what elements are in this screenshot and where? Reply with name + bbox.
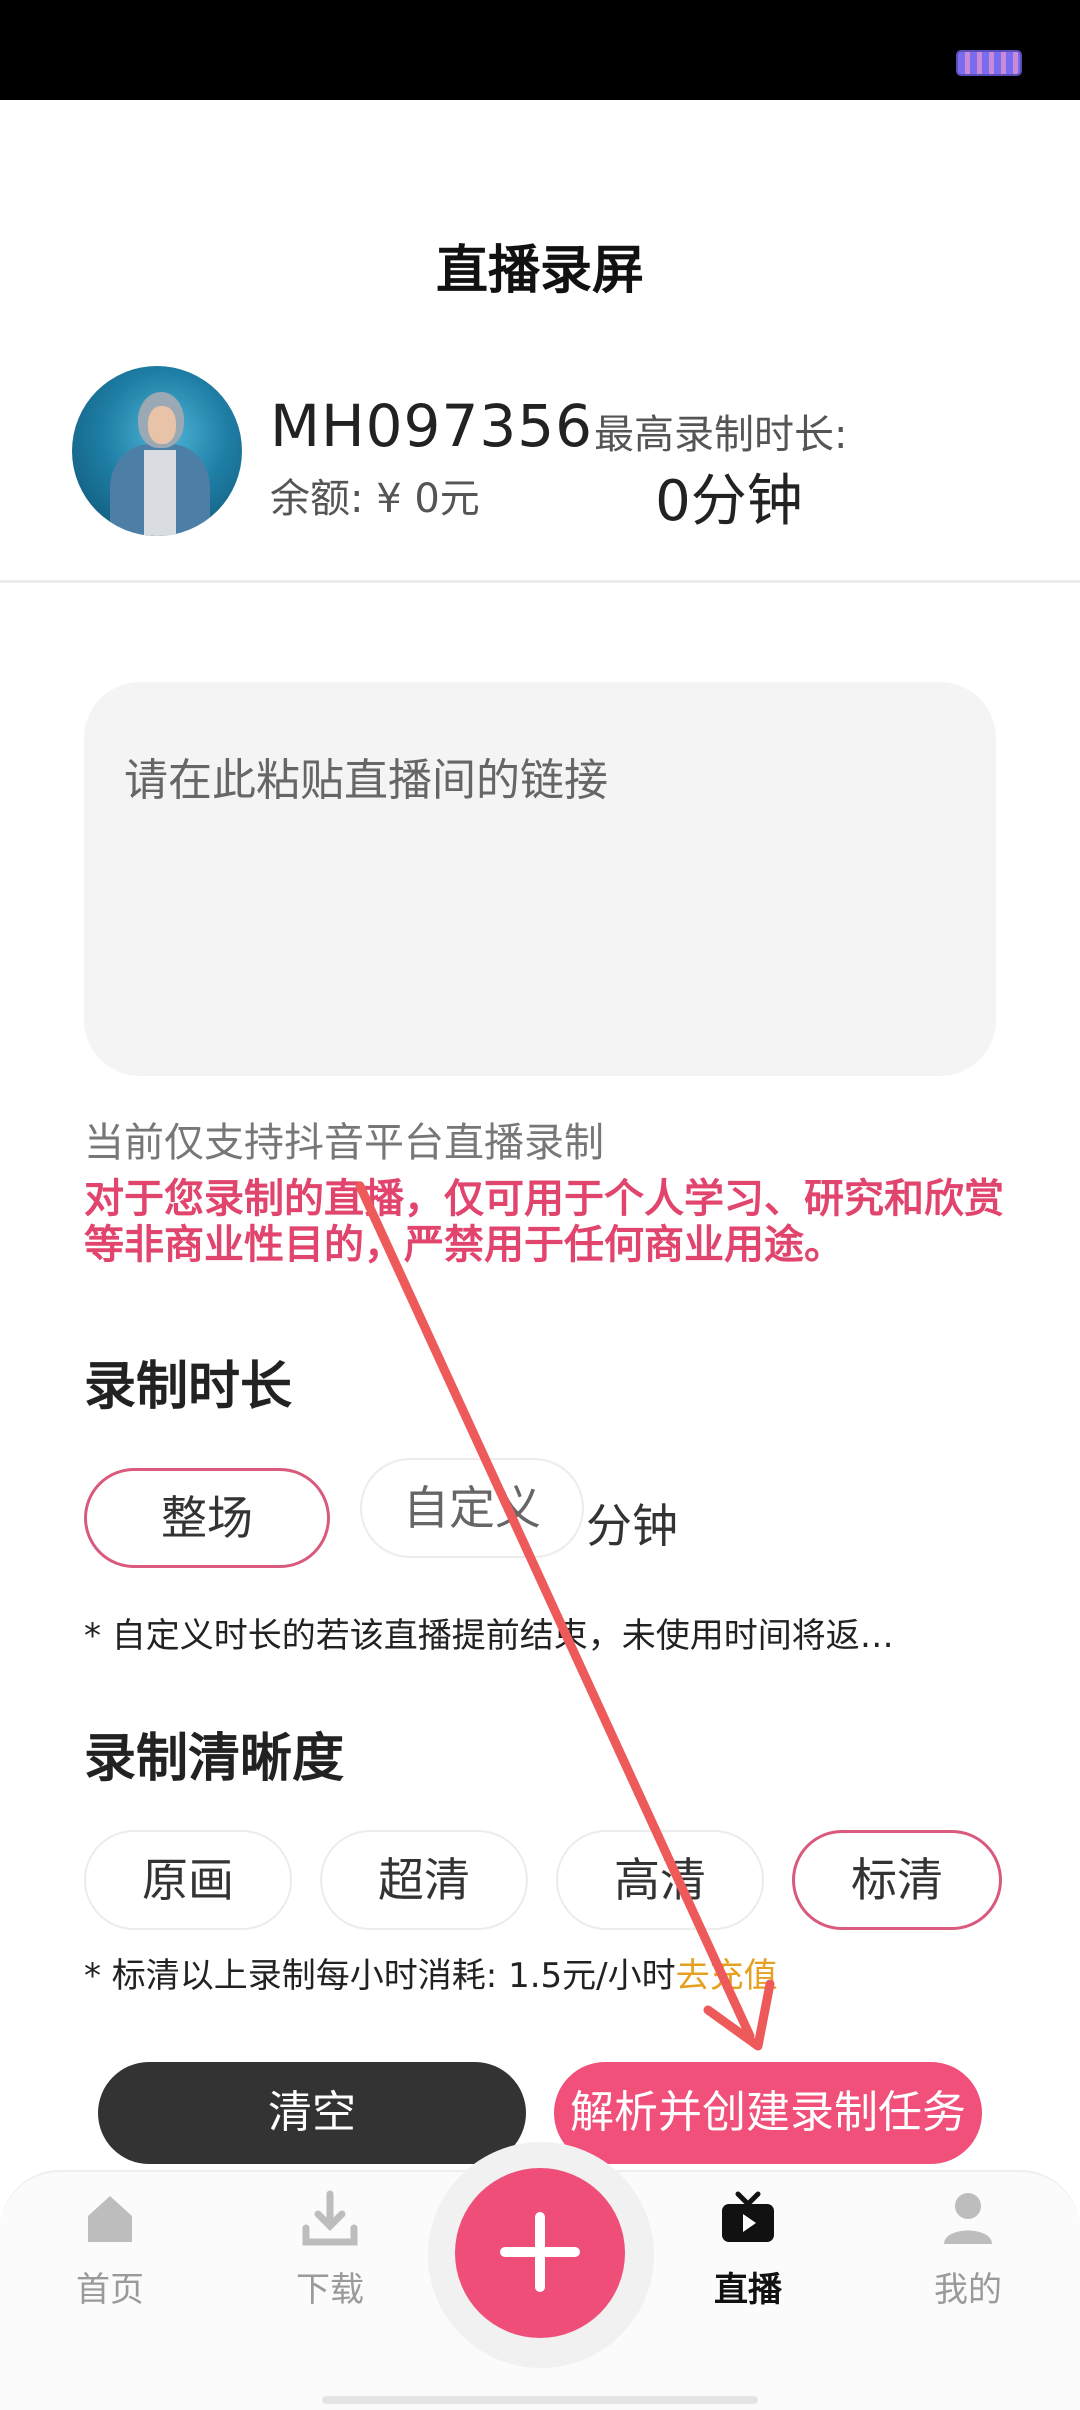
tab-me[interactable]: 我的	[888, 2188, 1048, 2311]
tab-home[interactable]: 首页	[30, 2188, 190, 2311]
tab-label: 我的	[934, 2270, 1002, 2310]
user-icon	[944, 2193, 992, 2244]
tab-label: 直播	[714, 2270, 782, 2310]
tv-icon	[722, 2191, 774, 2242]
tab-label: 首页	[76, 2270, 144, 2310]
download-icon	[302, 2190, 358, 2246]
tab-label: 下载	[296, 2270, 364, 2310]
tab-live[interactable]: 直播	[668, 2188, 828, 2311]
annotation-arrow	[355, 1181, 775, 2051]
home-icon	[88, 2196, 132, 2242]
home-indicator	[322, 2396, 758, 2404]
add-button[interactable]	[455, 2168, 625, 2338]
tab-download[interactable]: 下载	[250, 2188, 410, 2311]
